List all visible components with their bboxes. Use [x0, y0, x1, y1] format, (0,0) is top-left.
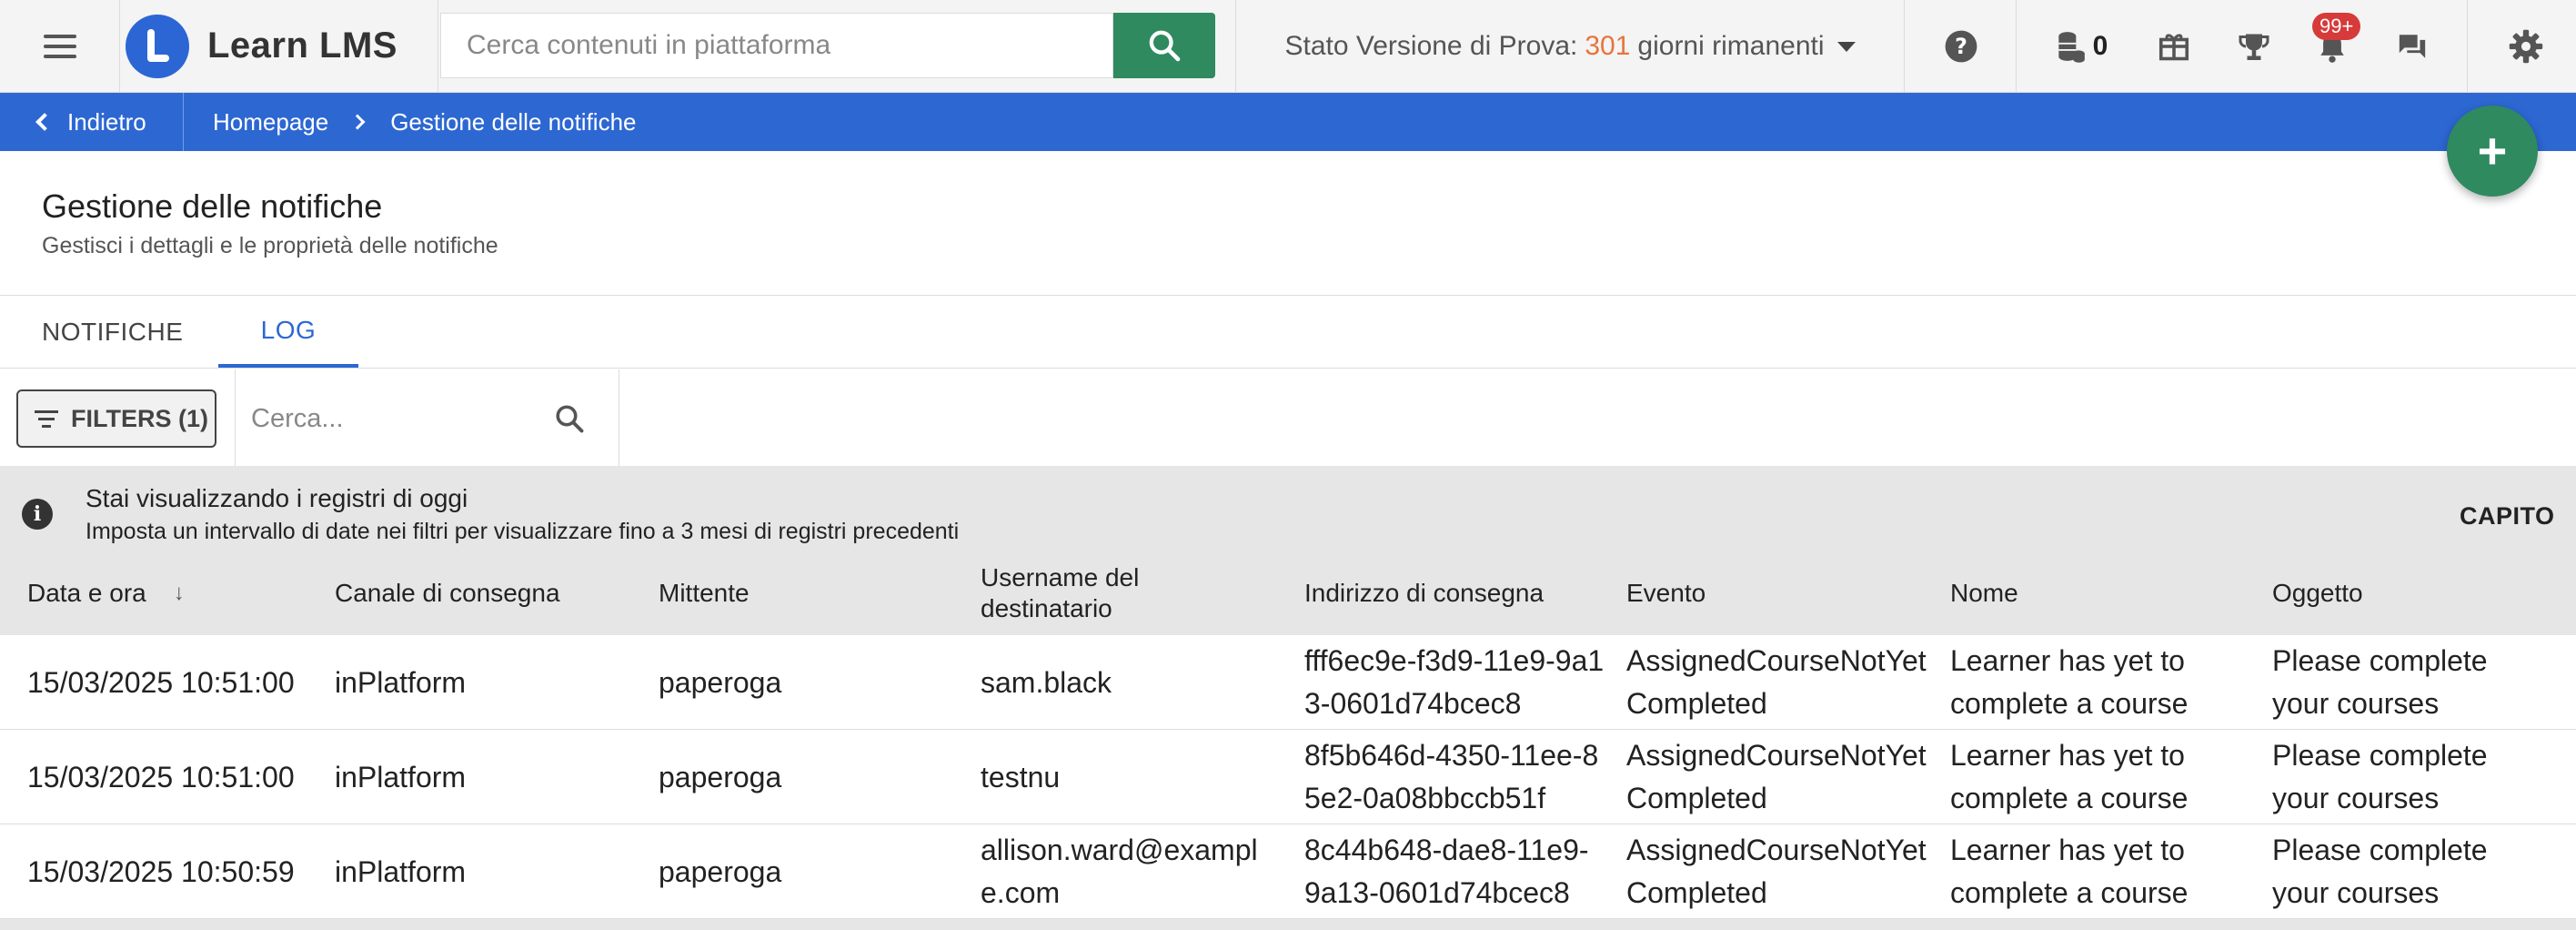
search-icon: [1149, 30, 1181, 62]
column-header-date[interactable]: Data e ora ↓: [27, 551, 185, 635]
filters-button[interactable]: FILTERS (1): [16, 389, 216, 448]
cell-name: Learner has yet to complete a course: [1950, 644, 2189, 720]
cell-address: 8f5b646d-4350-11ee-85e2-0a08bbccb51f: [1304, 739, 1599, 814]
tab-notifiche[interactable]: NOTIFICHE: [42, 297, 183, 368]
plus-icon: +: [2477, 122, 2508, 179]
cell-recipient: allison.ward@example.com: [981, 834, 1258, 909]
table-footer-edge: [0, 919, 2576, 930]
cell-subject: Please complete your courses: [2272, 644, 2488, 720]
trial-status-dropdown[interactable]: Stato Versione di Prova: 301 giorni rima…: [1235, 0, 1905, 93]
info-icon: i: [22, 499, 53, 530]
global-search-box: [440, 13, 1113, 78]
cell-recipient: testnu: [981, 760, 1061, 794]
cell-date: 15/03/2025 10:50:59: [27, 854, 295, 888]
column-header-sender[interactable]: Mittente: [659, 551, 750, 635]
cell-address: 8c44b648-dae8-11e9-9a13-0601d74bcec8: [1304, 834, 1589, 909]
leaderboard-button[interactable]: [2227, 0, 2281, 93]
info-banner: i Stai visualizzando i registri di oggi …: [0, 466, 2576, 551]
settings-button[interactable]: [2494, 0, 2558, 93]
cell-sender: paperoga: [659, 665, 782, 699]
column-header-label: Data e ora: [27, 579, 146, 607]
global-search-button[interactable]: [1113, 13, 1215, 78]
cell-subject: Please complete your courses: [2272, 739, 2488, 814]
cell-channel: inPlatform: [335, 854, 467, 888]
rewards-button[interactable]: [2147, 0, 2201, 93]
dismiss-banner-button[interactable]: CAPITO: [2460, 502, 2555, 531]
chat-icon: [2399, 35, 2426, 58]
cell-event: AssignedCourseNotYetCompleted: [1626, 644, 1927, 720]
cell-event: AssignedCourseNotYetCompleted: [1626, 739, 1927, 814]
help-button[interactable]: ?: [1905, 0, 2018, 93]
logo-icon: [126, 14, 189, 78]
breadcrumb-item-homepage[interactable]: Homepage: [213, 108, 328, 136]
cell-subject: Please complete your courses: [2272, 834, 2488, 909]
log-search-box: [251, 389, 584, 448]
trial-label: Stato Versione di Prova:: [1284, 31, 1578, 61]
trial-days: 301: [1585, 31, 1631, 61]
tab-log[interactable]: LOG: [218, 297, 358, 368]
table-row[interactable]: 15/03/2025 10:51:00 inPlatform paperoga …: [0, 635, 2576, 730]
cell-name: Learner has yet to complete a course: [1950, 834, 2189, 909]
table-row[interactable]: 15/03/2025 10:51:00 inPlatform paperoga …: [0, 730, 2576, 824]
trophy-icon: [2239, 34, 2269, 60]
column-header-subject[interactable]: Oggetto: [2272, 551, 2363, 635]
topbar-divider: [2467, 0, 2468, 93]
filter-icon: [35, 409, 58, 428]
cell-recipient: sam.black: [981, 665, 1112, 699]
caret-down-icon: [1836, 41, 1856, 52]
filters-label: FILTERS (1): [71, 404, 208, 432]
logo-text: Learn LMS: [207, 25, 397, 66]
cell-date: 15/03/2025 10:51:00: [27, 760, 295, 794]
breadcrumb-item-current: Gestione delle notifiche: [390, 107, 637, 136]
divider: [0, 368, 2576, 369]
messages-button[interactable]: [2385, 0, 2440, 93]
table-header: Data e ora ↓ Canale di consegna Mittente…: [0, 551, 2576, 635]
log-search-input[interactable]: [251, 403, 524, 434]
cell-date: 15/03/2025 10:51:00: [27, 665, 295, 699]
column-header-channel[interactable]: Canale di consegna: [335, 551, 560, 635]
table-row[interactable]: 15/03/2025 10:50:59 inPlatform paperoga …: [0, 824, 2576, 919]
back-label: Indietro: [67, 107, 146, 136]
chevron-right-icon: [349, 114, 366, 130]
banner-title: Stai visualizzando i registri di oggi: [86, 484, 468, 512]
gear-icon: [2509, 29, 2543, 64]
svg-text:?: ?: [1955, 34, 1967, 59]
hamburger-menu-button[interactable]: [0, 0, 120, 93]
coins-icon: [2058, 32, 2085, 63]
cell-event: AssignedCourseNotYetCompleted: [1626, 834, 1927, 909]
cell-sender: paperoga: [659, 854, 782, 888]
help-icon: ?: [1945, 30, 1977, 63]
global-search-input[interactable]: [441, 14, 1112, 77]
column-header-recipient[interactable]: Username del destinatario: [981, 551, 1208, 635]
topbar-divider: [2016, 0, 2017, 93]
divider: [235, 369, 236, 466]
hamburger-icon: [43, 34, 76, 58]
coins-count: 0: [2092, 31, 2108, 61]
back-button[interactable]: Indietro: [0, 93, 184, 151]
search-icon[interactable]: [553, 402, 586, 435]
coins-button[interactable]: 0: [2047, 0, 2116, 93]
cell-address: fff6ec9e-f3d9-11e9-9a13-0601d74bcec8: [1304, 644, 1605, 720]
page-title: Gestione delle notifiche: [42, 187, 383, 225]
divider: [0, 295, 2576, 296]
cell-channel: inPlatform: [335, 760, 467, 794]
banner-text: Imposta un intervallo di date nei filtri…: [86, 519, 960, 544]
column-header-event[interactable]: Evento: [1626, 551, 1706, 635]
logo[interactable]: Learn LMS: [120, 0, 438, 93]
column-header-address[interactable]: Indirizzo di consegna: [1304, 551, 1544, 635]
gift-icon: [2158, 34, 2189, 61]
arrow-down-icon: ↓: [173, 581, 185, 605]
cell-sender: paperoga: [659, 760, 782, 794]
chevron-left-icon: [35, 113, 54, 131]
cell-channel: inPlatform: [335, 665, 467, 699]
column-header-name[interactable]: Nome: [1950, 551, 2018, 635]
add-button[interactable]: +: [2447, 106, 2538, 197]
page-subtitle: Gestisci i dettagli e le proprietà delle…: [42, 233, 498, 258]
trial-suffix: giorni rimanenti: [1637, 31, 1825, 61]
notifications-badge: 99+: [2312, 13, 2361, 40]
cell-name: Learner has yet to complete a course: [1950, 739, 2189, 814]
breadcrumb: Indietro Homepage Gestione delle notific…: [0, 93, 2576, 151]
